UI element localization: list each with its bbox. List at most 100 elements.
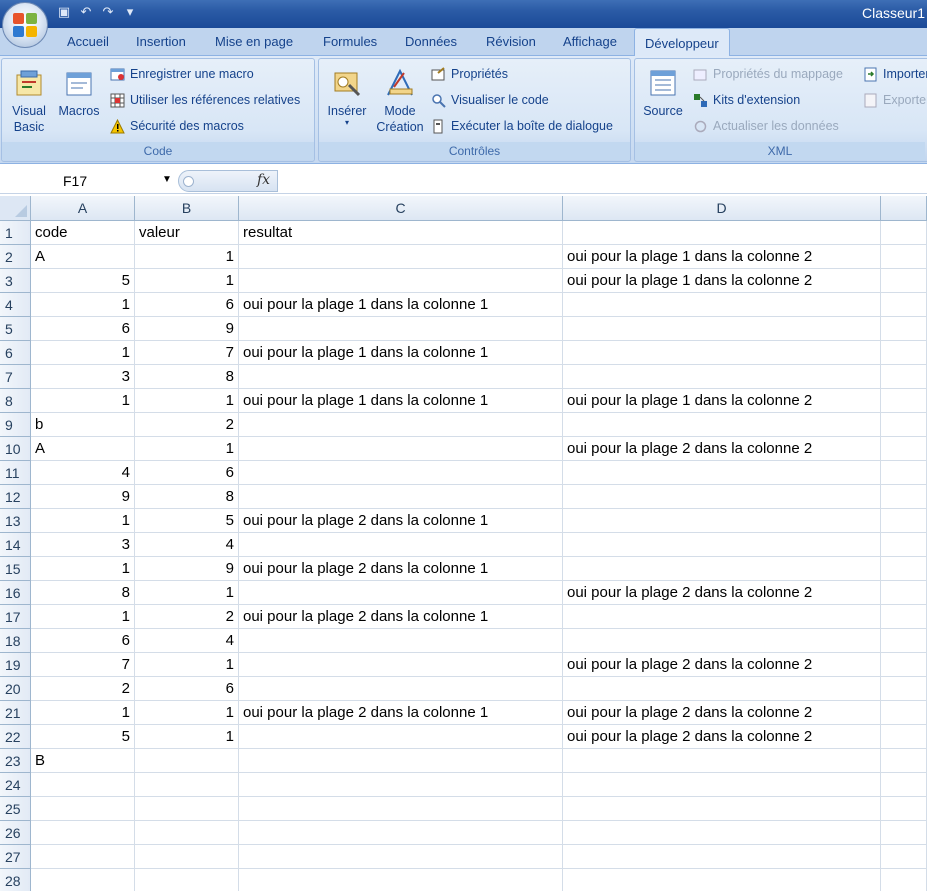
cell-b-17[interactable]: 2	[135, 605, 239, 629]
cell-b-3[interactable]: 1	[135, 269, 239, 293]
expansion-packs-button[interactable]: Kits d'extension	[693, 90, 800, 110]
cell-d-12[interactable]	[563, 485, 881, 509]
cell-a-7[interactable]: 3	[31, 365, 135, 389]
cell-b-15[interactable]: 9	[135, 557, 239, 581]
cell-a-17[interactable]: 1	[31, 605, 135, 629]
cell-a-3[interactable]: 5	[31, 269, 135, 293]
refresh-data-button[interactable]: Actualiser les données	[693, 116, 839, 136]
cell-b-9[interactable]: 2	[135, 413, 239, 437]
cell-e-22[interactable]	[881, 725, 927, 749]
row-header[interactable]: 19	[0, 653, 31, 677]
cell-c-21[interactable]: oui pour la plage 2 dans la colonne 1	[239, 701, 563, 725]
cell-c-26[interactable]	[239, 821, 563, 845]
formula-input[interactable]	[279, 170, 927, 192]
cell-b-12[interactable]: 8	[135, 485, 239, 509]
cell-d-18[interactable]	[563, 629, 881, 653]
cell-b-10[interactable]: 1	[135, 437, 239, 461]
cell-b-4[interactable]: 6	[135, 293, 239, 317]
row-header[interactable]: 14	[0, 533, 31, 557]
row-header[interactable]: 23	[0, 749, 31, 773]
xml-source-button[interactable]: Source	[639, 67, 687, 119]
cell-c-6[interactable]: oui pour la plage 1 dans la colonne 1	[239, 341, 563, 365]
tab-developpeur[interactable]: Développeur	[634, 28, 730, 57]
cell-e-21[interactable]	[881, 701, 927, 725]
cell-b-1[interactable]: valeur	[135, 221, 239, 245]
cell-a-28[interactable]	[31, 869, 135, 891]
cell-a-20[interactable]: 2	[31, 677, 135, 701]
cell-e-24[interactable]	[881, 773, 927, 797]
cell-d-17[interactable]	[563, 605, 881, 629]
cell-a-14[interactable]: 3	[31, 533, 135, 557]
office-button[interactable]	[2, 2, 48, 48]
cell-c-16[interactable]	[239, 581, 563, 605]
cell-d-24[interactable]	[563, 773, 881, 797]
macros-button[interactable]: Macros	[56, 67, 102, 119]
row-header[interactable]: 18	[0, 629, 31, 653]
cell-c-9[interactable]	[239, 413, 563, 437]
redo-icon[interactable]: ↷	[100, 5, 116, 21]
cell-e-5[interactable]	[881, 317, 927, 341]
cell-e-13[interactable]	[881, 509, 927, 533]
row-header[interactable]: 21	[0, 701, 31, 725]
row-header[interactable]: 3	[0, 269, 31, 293]
column-header-e[interactable]	[881, 196, 927, 221]
cell-c-7[interactable]	[239, 365, 563, 389]
cell-e-10[interactable]	[881, 437, 927, 461]
visual-basic-button[interactable]: Visual Basic	[6, 67, 52, 135]
cell-c-8[interactable]: oui pour la plage 1 dans la colonne 1	[239, 389, 563, 413]
cell-e-11[interactable]	[881, 461, 927, 485]
row-header[interactable]: 4	[0, 293, 31, 317]
cell-d-15[interactable]	[563, 557, 881, 581]
tab-affichage[interactable]: Affichage	[563, 34, 617, 49]
cell-a-22[interactable]: 5	[31, 725, 135, 749]
cell-c-20[interactable]	[239, 677, 563, 701]
tab-accueil[interactable]: Accueil	[67, 34, 109, 49]
cell-c-5[interactable]	[239, 317, 563, 341]
tab-mise-en-page[interactable]: Mise en page	[215, 34, 293, 49]
row-header[interactable]: 20	[0, 677, 31, 701]
cell-a-5[interactable]: 6	[31, 317, 135, 341]
cell-d-19[interactable]: oui pour la plage 2 dans la colonne 2	[563, 653, 881, 677]
cell-c-24[interactable]	[239, 773, 563, 797]
cell-e-2[interactable]	[881, 245, 927, 269]
insert-function-button[interactable]: fx	[257, 172, 270, 188]
cell-a-13[interactable]: 1	[31, 509, 135, 533]
cell-e-14[interactable]	[881, 533, 927, 557]
cell-c-27[interactable]	[239, 845, 563, 869]
cell-a-10[interactable]: A	[31, 437, 135, 461]
cell-a-9[interactable]: b	[31, 413, 135, 437]
cell-c-15[interactable]: oui pour la plage 2 dans la colonne 1	[239, 557, 563, 581]
row-header[interactable]: 24	[0, 773, 31, 797]
cell-e-3[interactable]	[881, 269, 927, 293]
cell-c-28[interactable]	[239, 869, 563, 891]
cell-e-16[interactable]	[881, 581, 927, 605]
cell-a-26[interactable]	[31, 821, 135, 845]
cell-b-26[interactable]	[135, 821, 239, 845]
cell-c-14[interactable]	[239, 533, 563, 557]
properties-button[interactable]: Propriétés	[431, 64, 508, 84]
cell-b-19[interactable]: 1	[135, 653, 239, 677]
row-header[interactable]: 6	[0, 341, 31, 365]
column-header-d[interactable]: D	[563, 196, 881, 221]
undo-icon[interactable]: ↶	[78, 5, 94, 21]
cell-a-24[interactable]	[31, 773, 135, 797]
cell-b-13[interactable]: 5	[135, 509, 239, 533]
cell-b-22[interactable]: 1	[135, 725, 239, 749]
cell-d-21[interactable]: oui pour la plage 2 dans la colonne 2	[563, 701, 881, 725]
cell-d-1[interactable]	[563, 221, 881, 245]
name-box-dropdown-icon[interactable]: ▼	[162, 174, 172, 185]
column-header-b[interactable]: B	[135, 196, 239, 221]
cell-d-16[interactable]: oui pour la plage 2 dans la colonne 2	[563, 581, 881, 605]
cell-a-23[interactable]: B	[31, 749, 135, 773]
row-header[interactable]: 13	[0, 509, 31, 533]
cell-c-11[interactable]	[239, 461, 563, 485]
cell-a-27[interactable]	[31, 845, 135, 869]
cell-d-8[interactable]: oui pour la plage 1 dans la colonne 2	[563, 389, 881, 413]
cell-b-24[interactable]	[135, 773, 239, 797]
cell-d-2[interactable]: oui pour la plage 1 dans la colonne 2	[563, 245, 881, 269]
cell-e-7[interactable]	[881, 365, 927, 389]
row-header[interactable]: 17	[0, 605, 31, 629]
tab-insertion[interactable]: Insertion	[136, 34, 186, 49]
map-properties-button[interactable]: Propriétés du mappage	[693, 64, 843, 84]
view-code-button[interactable]: Visualiser le code	[431, 90, 549, 110]
